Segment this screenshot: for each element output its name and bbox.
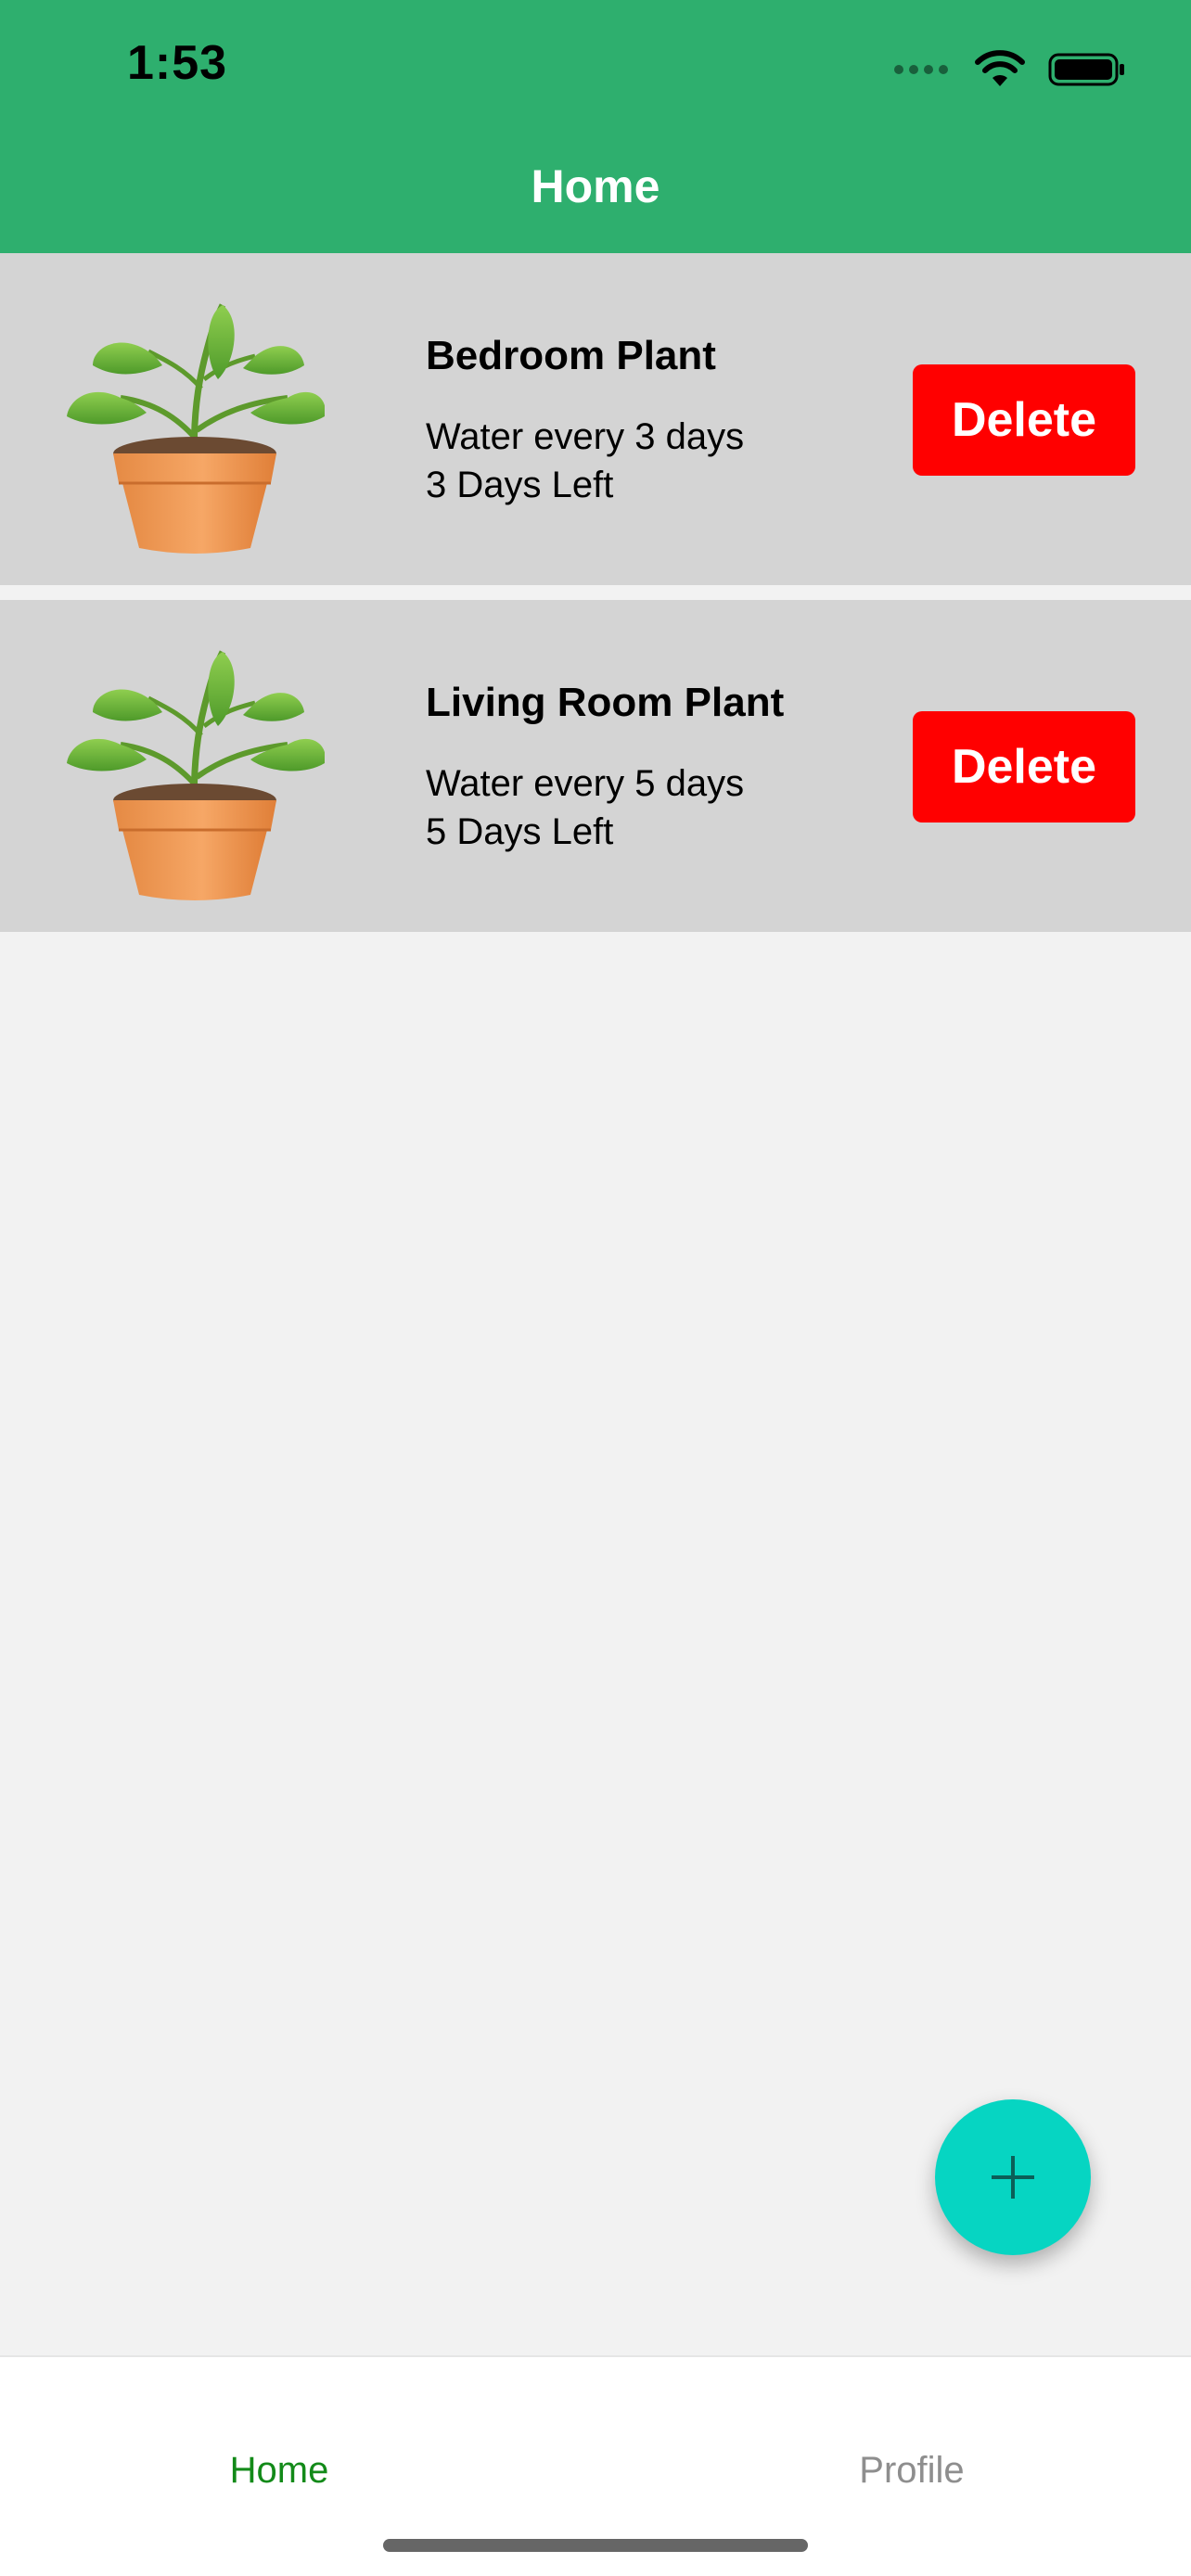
plant-name: Bedroom Plant — [426, 333, 716, 378]
signal-icon — [894, 65, 948, 74]
tab-profile[interactable]: Profile — [596, 2450, 1191, 2492]
plant-card[interactable]: Living Room Plant Water every 5 days 5 D… — [0, 600, 1191, 932]
plant-watering: Water every 3 days 3 Days Left — [426, 413, 744, 509]
wifi-icon — [975, 50, 1025, 86]
tab-home[interactable]: Home — [0, 2450, 596, 2492]
plus-icon — [992, 2156, 1034, 2199]
add-plant-button[interactable] — [935, 2099, 1091, 2255]
delete-button[interactable]: Delete — [913, 711, 1135, 823]
plant-list: Bedroom Plant Water every 3 days 3 Days … — [0, 253, 1191, 932]
status-time: 1:53 — [127, 36, 228, 90]
home-indicator — [383, 2539, 808, 2552]
page-title: Home — [531, 160, 660, 212]
delete-button[interactable]: Delete — [913, 364, 1135, 476]
battery-icon — [1048, 53, 1124, 86]
days-left: 5 Days Left — [426, 811, 614, 852]
days-left: 3 Days Left — [426, 465, 614, 505]
potted-plant-icon — [65, 624, 325, 906]
plant-info: Living Room Plant Water every 5 days 5 D… — [426, 600, 890, 932]
watering-frequency: Water every 3 days — [426, 416, 745, 457]
watering-frequency: Water every 5 days — [426, 763, 745, 804]
plant-watering: Water every 5 days 5 Days Left — [426, 759, 744, 856]
app-header: 1:53 Home — [0, 0, 1191, 253]
plant-name: Living Room Plant — [426, 680, 785, 725]
plant-info: Bedroom Plant Water every 3 days 3 Days … — [426, 253, 890, 585]
status-icons — [894, 46, 1126, 93]
potted-plant-icon — [65, 277, 325, 559]
plant-card[interactable]: Bedroom Plant Water every 3 days 3 Days … — [0, 253, 1191, 585]
